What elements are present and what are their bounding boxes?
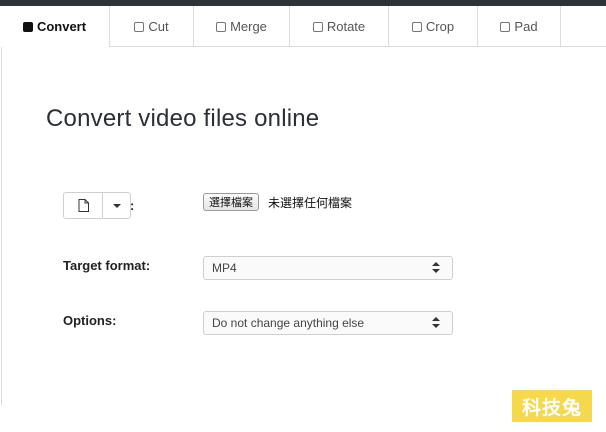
file-icon [78,199,89,212]
tab-convert[interactable]: Convert [0,6,110,47]
caret-down-icon [112,203,121,208]
file-source-colon: : [130,198,135,213]
target-format-label: Target format: [63,258,151,273]
select-arrows-icon [432,262,440,274]
checkbox-icon [312,21,323,32]
select-arrows-icon [432,317,440,329]
tab-merge[interactable]: Merge [194,6,290,47]
checkbox-filled-icon [22,21,33,32]
options-select[interactable]: Do not change anything else [203,311,453,335]
file-source-button-group [63,192,131,219]
checkbox-icon [134,21,145,32]
options-value: Do not change anything else [212,316,365,330]
tab-label: Cut [148,19,169,34]
tab-label: Crop [425,19,455,34]
target-format-select[interactable]: MP4 [203,256,453,280]
watermark-logo: 科技兔 [512,390,592,422]
file-source-dropdown-button[interactable] [103,192,131,219]
target-format-value: MP4 [212,261,237,275]
tab-label: Pad [514,19,538,34]
content-panel [1,47,606,405]
tab-label: Convert [36,19,87,34]
tab-rotate[interactable]: Rotate [290,6,389,47]
checkbox-icon [500,21,511,32]
tab-label: Merge [230,19,267,34]
choose-file-button[interactable]: 選擇檔案 [203,193,259,211]
tool-tabs: Convert Cut Merge Rotate Crop Pad [0,6,606,47]
tab-cut[interactable]: Cut [110,6,194,47]
file-source-button[interactable] [63,192,103,219]
tab-label: Rotate [326,19,366,34]
tab-crop[interactable]: Crop [389,6,478,47]
options-label: Options: [63,313,117,328]
checkbox-icon [216,21,227,32]
tab-pad[interactable]: Pad [478,6,561,47]
checkbox-icon [411,21,422,32]
page-title: Convert video files online [46,105,320,132]
no-file-chosen-text: 未選擇任何檔案 [268,196,353,210]
